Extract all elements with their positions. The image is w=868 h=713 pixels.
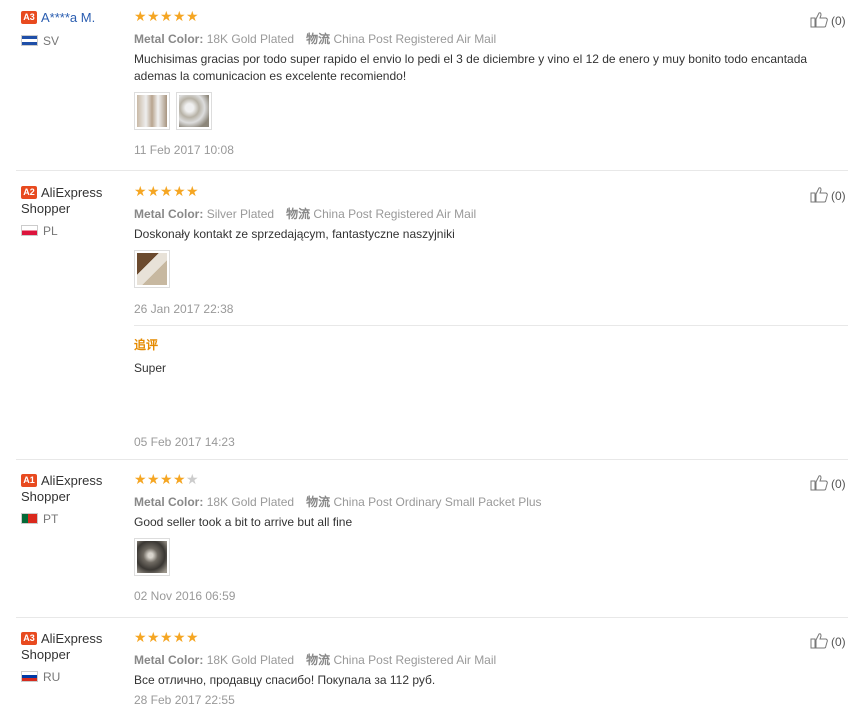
star-full-icon: ★ bbox=[160, 8, 173, 24]
reviewer-name[interactable]: A****a M. bbox=[41, 10, 95, 25]
review-text: Doskonały kontakt ze sprzedającym, fanta… bbox=[134, 227, 455, 241]
helpful-button[interactable]: (0) bbox=[810, 186, 846, 203]
reviewer-info: A3 AliExpress Shopper RU bbox=[21, 631, 121, 684]
buyer-level-badge: A3 bbox=[21, 11, 37, 24]
buyer-level-badge: A3 bbox=[21, 632, 37, 645]
reviewer-info: A3 A****a M. SV bbox=[21, 10, 121, 48]
review-date: 02 Nov 2016 06:59 bbox=[134, 589, 236, 603]
order-attributes: Metal Color: Silver Plated 物流 China Post … bbox=[134, 207, 477, 221]
star-full-icon: ★ bbox=[160, 183, 173, 199]
review-photo[interactable] bbox=[176, 92, 212, 130]
flag-pl-icon bbox=[21, 225, 38, 236]
reviewer-country: SV bbox=[21, 34, 59, 48]
order-attributes: Metal Color: 18K Gold Plated 物流 China Pos… bbox=[134, 32, 497, 46]
star-full-icon: ★ bbox=[173, 629, 186, 645]
reviewer-country: RU bbox=[21, 670, 60, 684]
review-photo[interactable] bbox=[134, 538, 170, 576]
star-full-icon: ★ bbox=[134, 183, 147, 199]
review-photo[interactable] bbox=[134, 92, 170, 130]
star-full-icon: ★ bbox=[186, 183, 199, 199]
reviewer-country: PT bbox=[21, 512, 58, 526]
review-date: 11 Feb 2017 10:08 bbox=[134, 143, 234, 157]
review-date: 26 Jan 2017 22:38 bbox=[134, 302, 234, 316]
divider bbox=[134, 325, 848, 326]
star-rating: ★★★★★ bbox=[134, 629, 199, 645]
review-photos bbox=[134, 538, 176, 576]
order-attributes: Metal Color: 18K Gold Plated 物流 China Pos… bbox=[134, 653, 497, 667]
helpful-button[interactable]: (0) bbox=[810, 474, 846, 491]
review-date: 28 Feb 2017 22:55 bbox=[134, 693, 235, 707]
review-text: Muchisimas gracias por todo super rapido… bbox=[134, 52, 808, 83]
buyer-level-badge: A2 bbox=[21, 186, 37, 199]
followup-text: Super bbox=[134, 361, 167, 375]
review-text: Good seller took a bit to arrive but all… bbox=[134, 515, 353, 529]
review-photo[interactable] bbox=[134, 250, 170, 288]
star-rating: ★★★★★ bbox=[134, 183, 199, 199]
order-attributes: Metal Color: 18K Gold Plated 物流 China Pos… bbox=[134, 495, 542, 509]
helpful-button[interactable]: (0) bbox=[810, 632, 846, 649]
followup-label: 追评 bbox=[134, 338, 159, 352]
star-full-icon: ★ bbox=[134, 8, 147, 24]
star-full-icon: ★ bbox=[160, 629, 173, 645]
star-full-icon: ★ bbox=[134, 629, 147, 645]
buyer-level-badge: A1 bbox=[21, 474, 37, 487]
divider bbox=[16, 459, 848, 460]
star-full-icon: ★ bbox=[173, 471, 186, 487]
star-full-icon: ★ bbox=[173, 8, 186, 24]
star-full-icon: ★ bbox=[134, 471, 147, 487]
star-full-icon: ★ bbox=[186, 8, 199, 24]
review-photos bbox=[134, 92, 218, 130]
followup-date: 05 Feb 2017 14:23 bbox=[134, 435, 235, 449]
divider bbox=[16, 617, 848, 618]
reviewer-info: A1 AliExpress Shopper PT bbox=[21, 473, 121, 526]
star-full-icon: ★ bbox=[147, 471, 160, 487]
divider bbox=[16, 170, 848, 171]
reviewer-country: PL bbox=[21, 224, 58, 238]
helpful-button[interactable]: (0) bbox=[810, 11, 846, 28]
flag-pt-icon bbox=[21, 513, 38, 524]
star-rating: ★★★★★ bbox=[134, 8, 199, 24]
flag-sv-icon bbox=[21, 35, 38, 46]
thumbs-up-icon bbox=[810, 187, 828, 203]
reviewer-info: A2 AliExpress Shopper PL bbox=[21, 185, 121, 238]
review-photos bbox=[134, 250, 176, 288]
star-empty-icon: ★ bbox=[186, 471, 199, 487]
star-rating: ★★★★★ bbox=[134, 471, 199, 487]
thumbs-up-icon bbox=[810, 475, 828, 491]
star-full-icon: ★ bbox=[173, 183, 186, 199]
star-full-icon: ★ bbox=[147, 183, 160, 199]
thumbs-up-icon bbox=[810, 633, 828, 649]
star-full-icon: ★ bbox=[147, 8, 160, 24]
star-full-icon: ★ bbox=[186, 629, 199, 645]
star-full-icon: ★ bbox=[147, 629, 160, 645]
flag-ru-icon bbox=[21, 671, 38, 682]
thumbs-up-icon bbox=[810, 12, 828, 28]
star-full-icon: ★ bbox=[160, 471, 173, 487]
review-text: Все отлично, продавцу спасибо! Покупала … bbox=[134, 673, 436, 687]
